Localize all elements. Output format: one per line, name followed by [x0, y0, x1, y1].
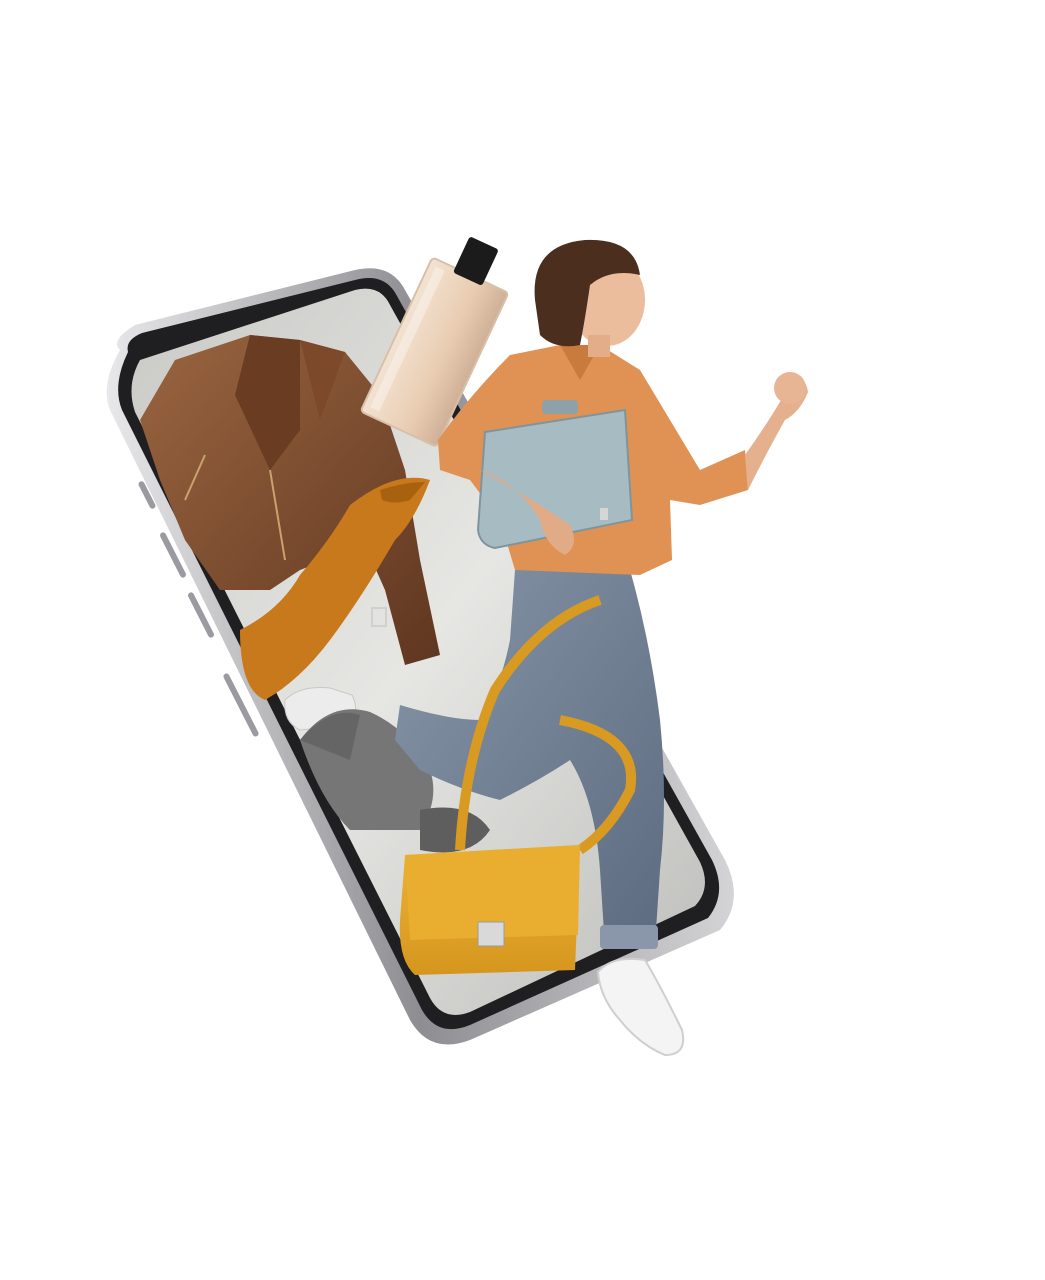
white-sneaker [596, 957, 685, 1057]
scene-illustration [106, 237, 808, 1057]
